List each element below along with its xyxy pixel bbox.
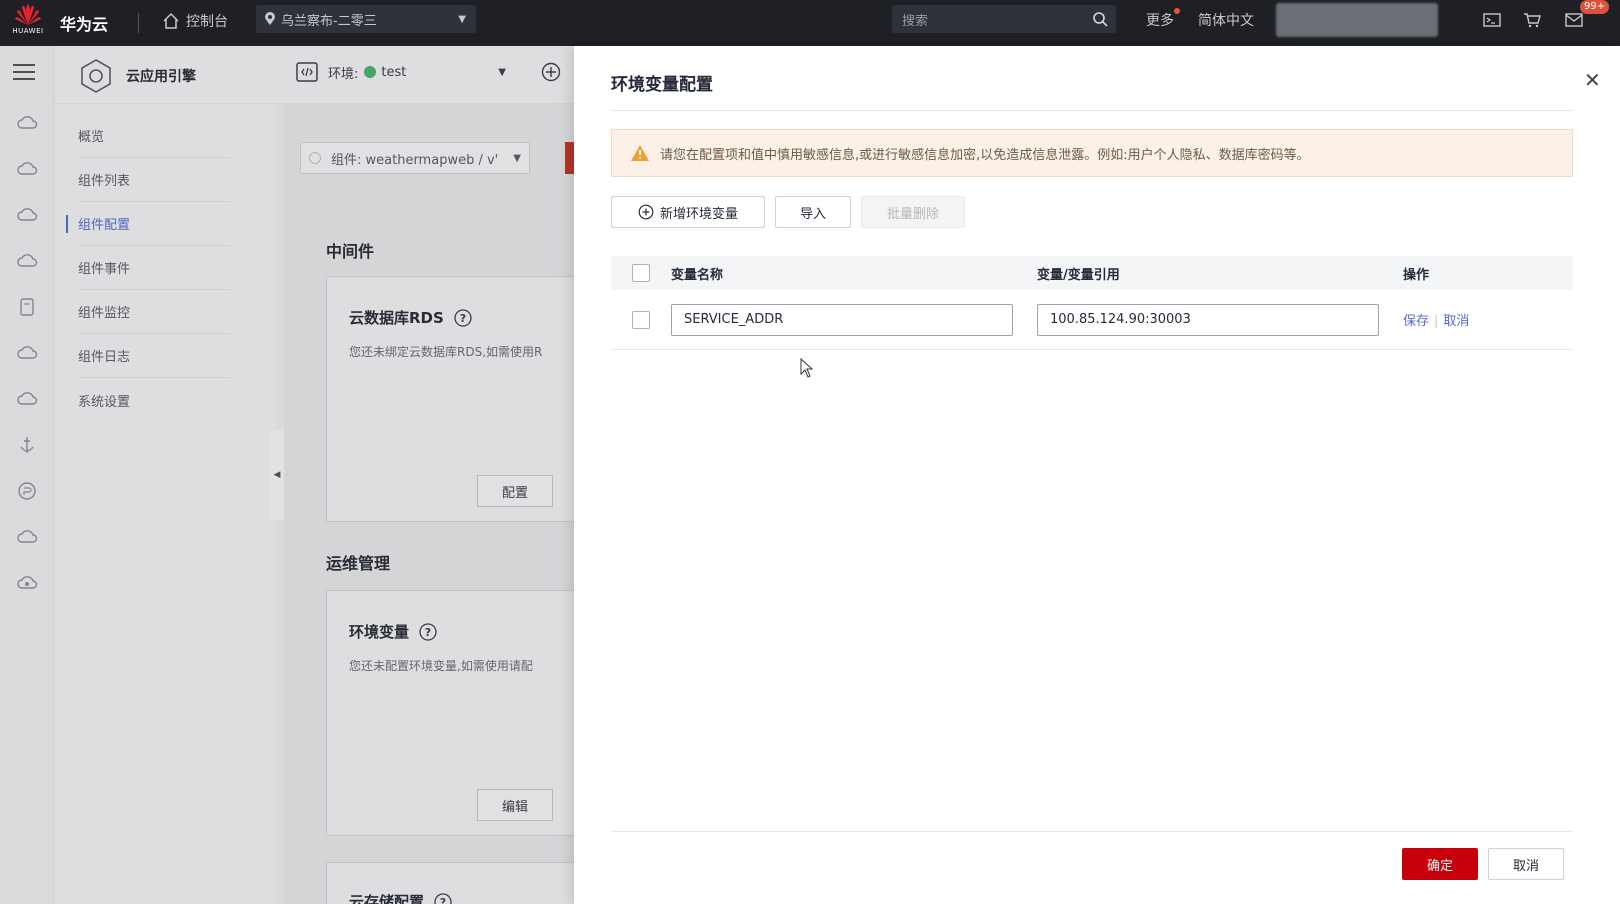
add-env-var-label: 新增环境变量 (659, 206, 738, 222)
variable-value-input[interactable]: 100.85.124.90:30003 (1037, 303, 1379, 336)
env-var-table: 变量名称 变量/变量引用 操作 SERVICE_ADDR 100.85.124.… (611, 256, 1573, 350)
region-selector[interactable]: 乌兰察布-二零三 ▼ (256, 5, 476, 33)
add-env-var-button[interactable]: 新增环境变量 (611, 196, 765, 228)
save-row-link[interactable]: 保存 (1403, 314, 1429, 329)
env-var-config-drawer: 环境变量配置 ✕ 请您在配置项和值中慎用敏感信息,或进行敏感信息加密,以免造成信… (574, 46, 1620, 904)
confirm-button[interactable]: 确定 (1402, 848, 1478, 880)
divider (611, 831, 1573, 832)
table-row: SERVICE_ADDR 100.85.124.90:30003 保存 | 取消 (611, 290, 1573, 350)
message-icon[interactable] (1564, 10, 1584, 30)
huawei-logo[interactable]: HUAWEI (10, 2, 46, 42)
search-placeholder: 搜索 (902, 13, 929, 29)
divider (138, 13, 139, 33)
warning-text: 请您在配置项和值中慎用敏感信息,或进行敏感信息加密,以免造成信息泄露。例如:用户… (660, 147, 1310, 163)
cancel-button[interactable]: 取消 (1488, 848, 1564, 880)
warning-icon (631, 145, 649, 161)
add-circle-icon (638, 204, 654, 220)
variable-name-input[interactable]: SERVICE_ADDR (671, 303, 1013, 336)
logo-text: HUAWEI (12, 27, 44, 35)
console-link[interactable]: 控制台 (162, 11, 228, 31)
notification-dot (1174, 8, 1180, 14)
row-actions: 保存 | 取消 (1403, 310, 1573, 329)
account-menu[interactable] (1276, 3, 1438, 37)
separator: | (1434, 314, 1439, 329)
terminal-icon[interactable] (1482, 10, 1502, 30)
batch-delete-button[interactable]: 批量删除 (861, 196, 965, 228)
drawer-title: 环境变量配置 (611, 75, 713, 95)
column-header-actions: 操作 (1403, 267, 1430, 283)
language-selector[interactable]: 简体中文 (1198, 10, 1254, 30)
table-header: 变量名称 变量/变量引用 操作 (611, 256, 1573, 290)
close-icon[interactable]: ✕ (1584, 68, 1601, 92)
mouse-cursor-icon (800, 358, 814, 378)
huawei-petals-icon (15, 4, 41, 25)
message-count-badge: 99+ (1580, 0, 1610, 14)
select-all-checkbox[interactable] (632, 264, 650, 282)
import-button[interactable]: 导入 (775, 196, 851, 228)
cart-icon[interactable] (1522, 10, 1542, 30)
more-menu[interactable]: 更多 (1146, 8, 1180, 30)
region-label: 乌兰察布-二零三 (281, 13, 377, 29)
drawer-overlay-mask[interactable] (0, 46, 574, 904)
home-icon (163, 12, 179, 29)
chevron-down-icon: ▼ (458, 13, 466, 25)
row-checkbox[interactable] (632, 310, 650, 329)
sensitive-info-warning: 请您在配置项和值中慎用敏感信息,或进行敏感信息加密,以免造成信息泄露。例如:用户… (611, 129, 1573, 177)
location-pin-icon (265, 12, 275, 25)
column-header-value: 变量/变量引用 (1037, 267, 1120, 283)
column-header-name: 变量名称 (671, 267, 724, 283)
console-label: 控制台 (186, 14, 228, 30)
cancel-row-link[interactable]: 取消 (1443, 314, 1469, 329)
brand-name[interactable]: 华为云 (60, 11, 108, 35)
divider (611, 110, 1573, 111)
search-icon[interactable] (1092, 11, 1108, 27)
more-label: 更多 (1146, 13, 1174, 29)
global-search[interactable]: 搜索 (892, 5, 1116, 33)
top-navigation-bar: HUAWEI 华为云 控制台 乌兰察布-二零三 ▼ 搜索 更多 简体中文 99+ (0, 0, 1620, 46)
